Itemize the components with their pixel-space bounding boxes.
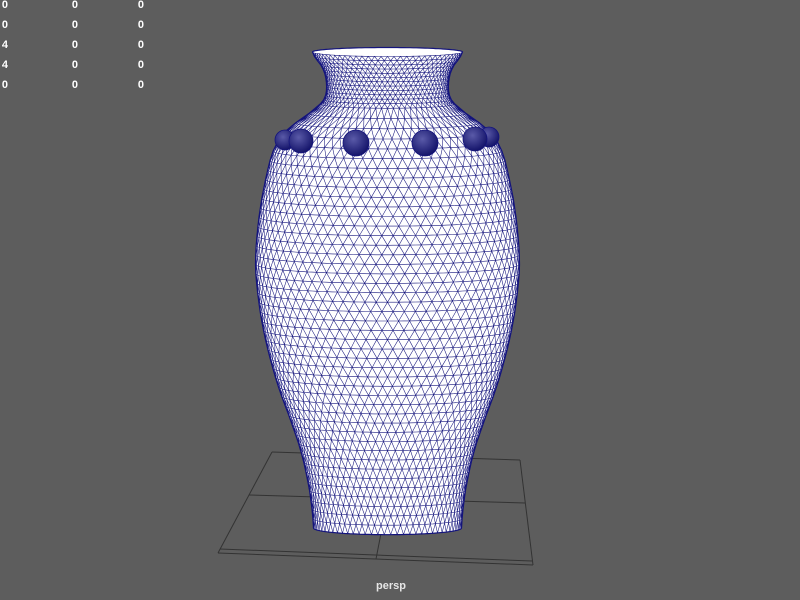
hud-row: 0 0 0 bbox=[0, 80, 160, 91]
vase-mesh[interactable] bbox=[254, 46, 521, 536]
hud-value: 0 bbox=[71, 0, 78, 11]
hud-value: 0 bbox=[1, 79, 8, 91]
hud-row: 0 0 0 bbox=[0, 20, 160, 31]
hud-row: 4 0 0 bbox=[0, 60, 160, 71]
vase-knob bbox=[342, 129, 370, 157]
camera-name-label: persp bbox=[376, 580, 406, 592]
hud-poly-count: 0 0 0 0 0 0 4 0 0 4 0 0 0 0 0 bbox=[0, 0, 160, 95]
hud-value: 0 bbox=[71, 79, 78, 91]
hud-value: 0 bbox=[137, 39, 144, 51]
grid-line bbox=[217, 451, 273, 554]
vase-knob bbox=[411, 129, 439, 157]
viewport-panel[interactable]: 0 0 0 0 0 0 4 0 0 4 0 0 0 0 0 persp bbox=[0, 0, 800, 600]
hud-value: 0 bbox=[71, 19, 78, 31]
vase-knob bbox=[462, 126, 488, 152]
hud-value: 0 bbox=[137, 19, 144, 31]
hud-value: 4 bbox=[1, 39, 8, 51]
hud-row: 0 0 0 bbox=[0, 0, 160, 11]
hud-value: 0 bbox=[137, 59, 144, 71]
hud-value: 0 bbox=[137, 79, 144, 91]
vase-surface bbox=[255, 47, 520, 535]
hud-row: 4 0 0 bbox=[0, 40, 160, 51]
hud-value: 0 bbox=[1, 0, 8, 11]
hud-value: 0 bbox=[137, 0, 144, 11]
hud-value: 0 bbox=[71, 39, 78, 51]
grid-line bbox=[519, 459, 534, 566]
hud-value: 4 bbox=[1, 59, 8, 71]
hud-value: 0 bbox=[71, 59, 78, 71]
vase-knob bbox=[288, 128, 314, 154]
hud-value: 0 bbox=[1, 19, 8, 31]
